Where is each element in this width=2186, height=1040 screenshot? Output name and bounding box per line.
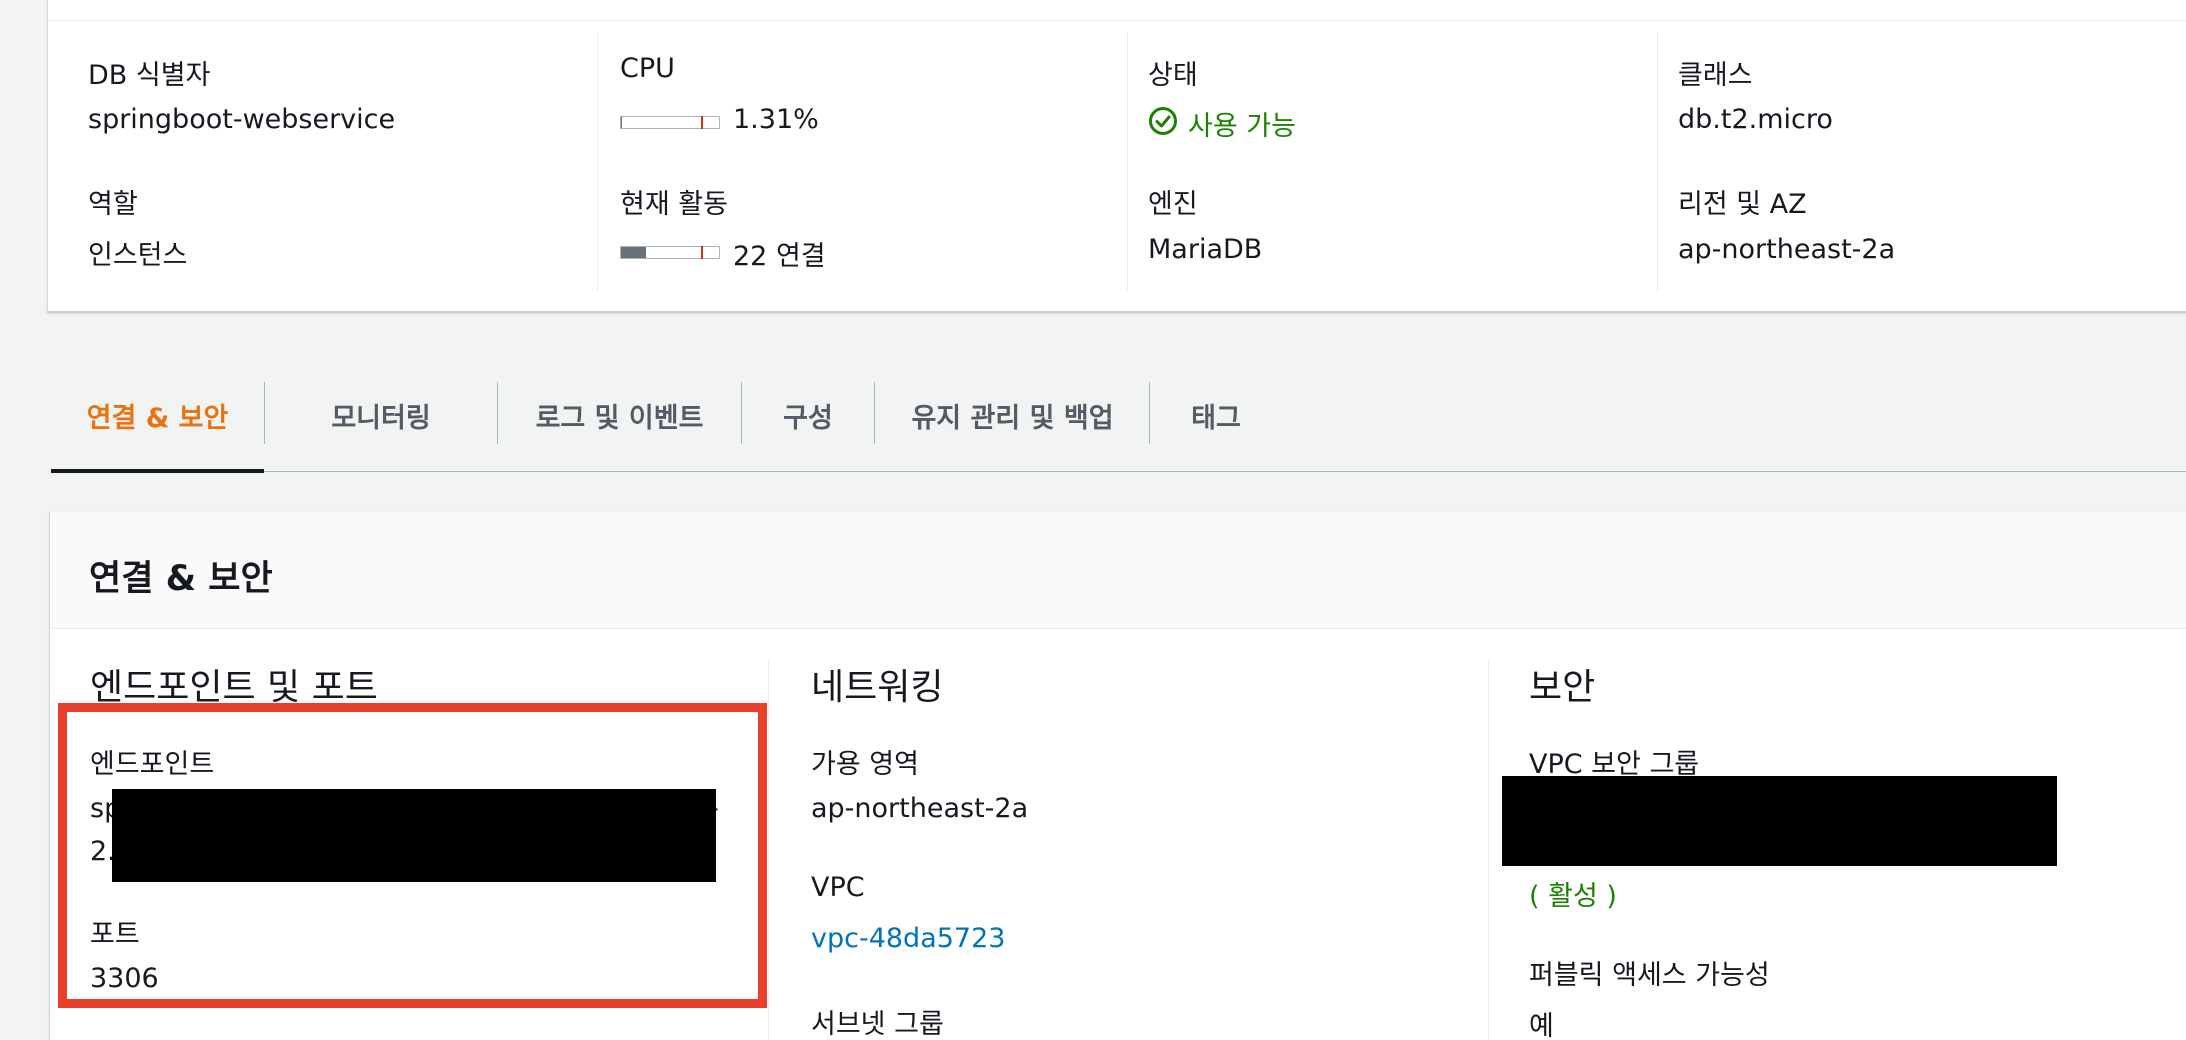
az-label: 가용 영역 [811,749,919,780]
summary-col-status: 상태 사용 가능 엔진 MariaDB [1127,33,1657,291]
class-label: 클래스 [1678,60,1753,91]
activity-meter-fill [621,247,646,258]
activity-meter [620,246,720,259]
vpc-label: VPC [811,872,865,903]
summary-col-metrics: CPU 1.31% 현재 활동 22 연결 [597,33,1127,291]
activity-meter-threshold [701,246,703,259]
tab-monitoring[interactable]: 모니터링 [265,360,497,471]
status-value: 사용 가능 [1188,111,1296,142]
public-access-label: 퍼블릭 액세스 가능성 [1529,960,1770,991]
summary-divider [48,20,2186,21]
activity-value: 22 연결 [733,241,826,272]
security-group-redaction [1502,776,2057,866]
panel-header: 연결 & 보안 [50,512,2186,629]
subnet-group-label: 서브넷 그룹 [811,1009,944,1040]
column-divider [768,659,769,1040]
db-identifier-label: DB 식별자 [88,60,211,91]
column-divider [1488,659,1489,1040]
security-title: 보안 [1529,667,1596,708]
cpu-meter-fill [621,117,623,128]
engine-value: MariaDB [1148,234,1263,265]
public-access-value: 예 [1529,1011,1554,1040]
region-value: ap-northeast-2a [1678,234,1896,265]
summary-col-class: 클래스 db.t2.micro 리전 및 AZ ap-northeast-2a [1657,33,2186,291]
db-identifier-value: springboot-webservice [88,104,396,135]
engine-label: 엔진 [1148,189,1198,220]
tab-maintenance-backups[interactable]: 유지 관리 및 백업 [875,360,1150,471]
tab-tags[interactable]: 태그 [1150,360,1282,471]
cpu-meter [620,116,720,129]
cpu-meter-threshold [701,116,703,129]
check-circle-icon [1148,106,1178,136]
summary-card: DB 식별자 springboot-webservice 역할 인스턴스 CPU… [47,0,2186,313]
tab-configuration[interactable]: 구성 [742,360,874,471]
az-value: ap-northeast-2a [811,793,1029,824]
role-label: 역할 [88,189,138,220]
tab-logs-events[interactable]: 로그 및 이벤트 [498,360,741,471]
role-value: 인스턴스 [88,240,188,271]
security-group-status: ( 활성 ) [1529,881,1617,912]
class-value: db.t2.micro [1678,104,1833,135]
region-label: 리전 및 AZ [1678,189,1807,220]
highlight-box [58,703,767,1008]
tab-connectivity-security[interactable]: 연결 & 보안 [51,360,264,473]
activity-label: 현재 활동 [620,189,728,220]
summary-col-identifier: DB 식별자 springboot-webservice 역할 인스턴스 [88,33,618,291]
panel-title: 연결 & 보안 [89,559,273,599]
cpu-label: CPU [620,53,675,84]
vpc-link[interactable]: vpc-48da5723 [811,923,1005,954]
networking-title: 네트워킹 [811,667,944,708]
cpu-value: 1.31% [733,104,819,135]
status-label: 상태 [1148,60,1198,91]
tab-bar: 연결 & 보안 모니터링 로그 및 이벤트 구성 유지 관리 및 백업 태그 [51,360,2186,473]
